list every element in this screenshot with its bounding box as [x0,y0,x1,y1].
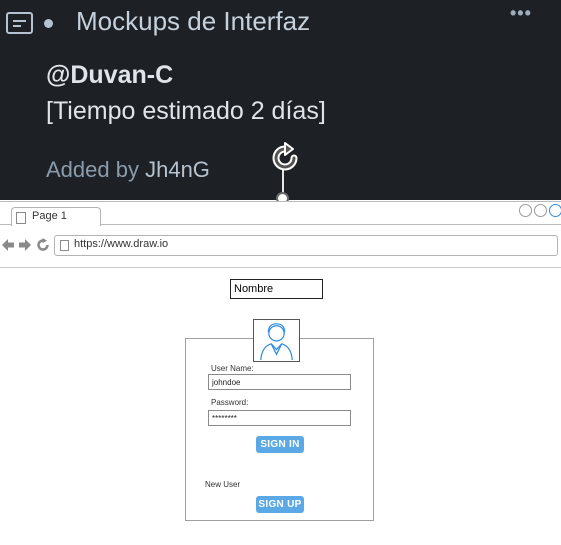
added-by-user[interactable]: Jh4nG [145,157,210,182]
page-icon [60,240,69,251]
sign-in-button[interactable]: SIGN IN [256,436,304,453]
rotate-icon[interactable] [268,141,302,175]
name-field[interactable]: Nombre [230,279,323,299]
browser-tab[interactable]: Page 1 [11,207,101,226]
window-minimize-button[interactable] [519,204,532,217]
document-icon [16,212,26,224]
back-arrow-icon[interactable] [1,238,15,252]
card-title[interactable]: Mockups de Interfaz [76,6,310,37]
forward-arrow-icon[interactable] [18,238,32,252]
url-text: https://www.draw.io [74,238,169,250]
added-by-label: Added by [46,157,139,182]
refresh-icon[interactable] [36,238,50,252]
password-label: Password: [211,398,249,407]
more-options-icon[interactable]: ••• [510,3,532,24]
bullet-dot [44,19,53,28]
window-close-button[interactable] [549,204,561,217]
new-user-label: New User [205,480,241,489]
window-maximize-button[interactable] [534,204,547,217]
card-estimate: [Tiempo estimado 2 días] [46,97,326,125]
avatar-icon [253,319,300,362]
username-label: User Name: [211,364,254,373]
added-by: Added by Jh4nG [46,157,210,183]
card-mention: @Duvan-C [46,61,174,89]
sign-up-button[interactable]: SIGN UP [256,496,304,513]
tab-label: Page 1 [32,210,67,222]
description-icon [6,12,33,34]
username-input[interactable]: johndoe [208,374,351,390]
address-bar[interactable]: https://www.draw.io [54,235,558,256]
password-input[interactable]: ******** [208,410,351,426]
